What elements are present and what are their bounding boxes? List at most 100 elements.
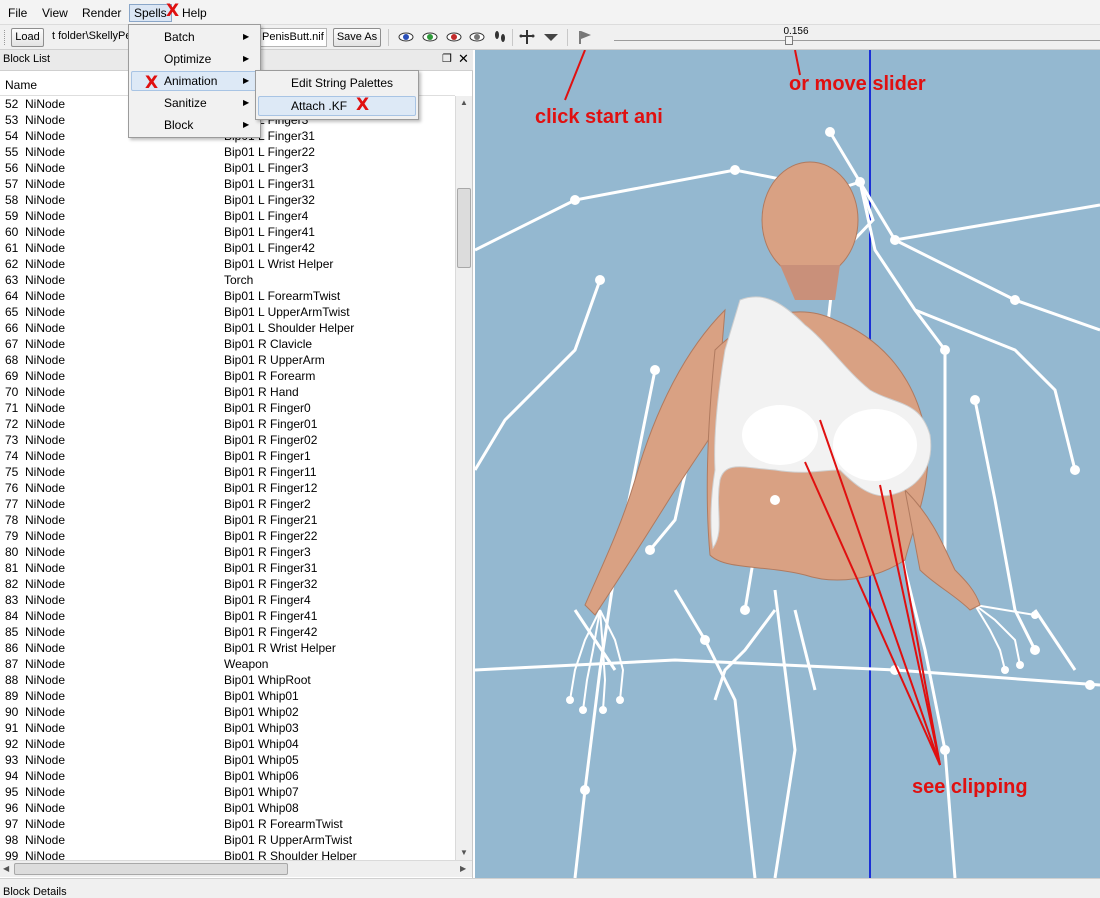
vertical-scroll-thumb[interactable] [457,188,471,268]
table-row[interactable]: 68 NiNode Bip01 R UpperArm [0,352,455,368]
load-button[interactable]: Load [11,28,44,47]
toolbar-grip[interactable] [4,30,7,45]
table-row[interactable]: 69 NiNode Bip01 R Forearm [0,368,455,384]
scroll-down-icon[interactable]: ▼ [460,848,468,857]
table-row[interactable]: 82 NiNode Bip01 R Finger32 [0,576,455,592]
scene-render [475,50,1100,878]
row-name: Bip01 R Shoulder Helper [224,849,357,860]
table-row[interactable]: 98 NiNode Bip01 R UpperArmTwist [0,832,455,848]
animation-time-slider[interactable] [614,40,1100,41]
table-row[interactable]: 91 NiNode Bip01 Whip03 [0,720,455,736]
slider-thumb[interactable] [784,36,793,45]
menu-item-sanitize[interactable]: Sanitize ▶ [131,93,258,113]
table-row[interactable]: 66 NiNode Bip01 L Shoulder Helper [0,320,455,336]
horizontal-scrollbar[interactable]: ◀ ▶ [0,860,472,877]
menu-item-batch-label: Batch [164,30,195,44]
save-as-button[interactable]: Save As [333,28,381,47]
spells-dropdown: Batch ▶ Optimize ▶ Animation ▶ Sanitize … [128,24,261,138]
table-row[interactable]: 93 NiNode Bip01 Whip05 [0,752,455,768]
eye-blue-icon[interactable] [398,30,414,44]
table-row[interactable]: 86 NiNode Bip01 R Wrist Helper [0,640,455,656]
vertical-scrollbar[interactable]: ▲ ▼ [455,96,472,860]
menu-item-batch[interactable]: Batch ▶ [131,27,258,47]
table-row[interactable]: 89 NiNode Bip01 Whip01 [0,688,455,704]
table-row[interactable]: 90 NiNode Bip01 Whip02 [0,704,455,720]
table-row[interactable]: 71 NiNode Bip01 R Finger0 [0,400,455,416]
eye-red-icon[interactable] [446,30,462,44]
row-index: 61 [5,241,19,255]
table-row[interactable]: 56 NiNode Bip01 L Finger3 [0,160,455,176]
table-row[interactable]: 59 NiNode Bip01 L Finger4 [0,208,455,224]
table-row[interactable]: 57 NiNode Bip01 L Finger31 [0,176,455,192]
table-row[interactable]: 74 NiNode Bip01 R Finger1 [0,448,455,464]
table-row[interactable]: 65 NiNode Bip01 L UpperArmTwist [0,304,455,320]
table-row[interactable]: 64 NiNode Bip01 L ForearmTwist [0,288,455,304]
float-icon[interactable]: ❐ [442,52,452,65]
close-icon[interactable]: ✕ [458,51,469,67]
menu-item-optimize[interactable]: Optimize ▶ [131,49,258,69]
table-row[interactable]: 99 NiNode Bip01 R Shoulder Helper [0,848,455,860]
eye-gray-icon[interactable] [469,30,485,44]
horizontal-scroll-thumb[interactable] [14,863,288,875]
table-row[interactable]: 95 NiNode Bip01 Whip07 [0,784,455,800]
table-row[interactable]: 76 NiNode Bip01 R Finger12 [0,480,455,496]
table-row[interactable]: 55 NiNode Bip01 L Finger22 [0,144,455,160]
row-name: Bip01 Whip02 [224,705,299,719]
table-row[interactable]: 72 NiNode Bip01 R Finger01 [0,416,455,432]
scroll-right-icon[interactable]: ▶ [460,864,466,873]
table-row[interactable]: 83 NiNode Bip01 R Finger4 [0,592,455,608]
table-row[interactable]: 62 NiNode Bip01 L Wrist Helper [0,256,455,272]
annotation-move-slider: or move slider [789,73,926,95]
menu-view[interactable]: View [38,4,72,22]
table-row[interactable]: 61 NiNode Bip01 L Finger42 [0,240,455,256]
row-type: NiNode [25,481,66,495]
table-row[interactable]: 70 NiNode Bip01 R Hand [0,384,455,400]
annotation-mark-animation: X [145,73,159,93]
eye-green-icon[interactable] [422,30,438,44]
table-row[interactable]: 81 NiNode Bip01 R Finger31 [0,560,455,576]
table-row[interactable]: 87 NiNode Weapon [0,656,455,672]
table-row[interactable]: 80 NiNode Bip01 R Finger3 [0,544,455,560]
scroll-up-icon[interactable]: ▲ [460,98,468,107]
scroll-left-icon[interactable]: ◀ [3,864,9,873]
row-type: NiNode [25,641,66,655]
menu-item-edit-string-palettes[interactable]: Edit String Palettes [258,73,416,93]
table-row[interactable]: 79 NiNode Bip01 R Finger22 [0,528,455,544]
table-row[interactable]: 75 NiNode Bip01 R Finger11 [0,464,455,480]
dropdown-triangle-icon[interactable] [543,30,559,44]
table-row[interactable]: 58 NiNode Bip01 L Finger32 [0,192,455,208]
column-header-name[interactable]: Name [5,78,37,92]
table-row[interactable]: 84 NiNode Bip01 R Finger41 [0,608,455,624]
table-row[interactable]: 88 NiNode Bip01 WhipRoot [0,672,455,688]
table-row[interactable]: 67 NiNode Bip01 R Clavicle [0,336,455,352]
table-row[interactable]: 96 NiNode Bip01 Whip08 [0,800,455,816]
menu-item-block[interactable]: Block ▶ [131,115,258,135]
menu-item-edit-string-palettes-label: Edit String Palettes [291,76,394,90]
table-row[interactable]: 63 NiNode Torch [0,272,455,288]
footprints-icon[interactable] [492,30,508,44]
menu-help[interactable]: Help [178,4,211,22]
table-row[interactable]: 92 NiNode Bip01 Whip04 [0,736,455,752]
row-name: Bip01 R Finger01 [224,417,318,431]
table-row[interactable]: 97 NiNode Bip01 R ForearmTwist [0,816,455,832]
play-flag-icon[interactable] [577,30,593,44]
row-type: NiNode [25,113,66,127]
table-row[interactable]: 94 NiNode Bip01 Whip06 [0,768,455,784]
menu-item-attach-kf[interactable]: Attach .KF [258,96,416,116]
row-type: NiNode [25,657,66,671]
table-row[interactable]: 77 NiNode Bip01 R Finger2 [0,496,455,512]
load-path-field[interactable]: t folder\SkellyPe [50,28,128,47]
row-index: 87 [5,657,19,671]
table-row[interactable]: 73 NiNode Bip01 R Finger02 [0,432,455,448]
row-type: NiNode [25,289,66,303]
row-name: Bip01 L Finger22 [224,145,315,159]
table-row[interactable]: 60 NiNode Bip01 L Finger41 [0,224,455,240]
skeleton-icon[interactable] [519,30,535,44]
table-row[interactable]: 78 NiNode Bip01 R Finger21 [0,512,455,528]
render-viewport[interactable]: click start ani or move slider see clipp… [475,50,1100,878]
menu-render[interactable]: Render [78,4,125,22]
save-path-field[interactable]: PenisButt.nif [259,28,327,47]
table-row[interactable]: 85 NiNode Bip01 R Finger42 [0,624,455,640]
row-type: NiNode [25,545,66,559]
menu-file[interactable]: File [4,4,31,22]
